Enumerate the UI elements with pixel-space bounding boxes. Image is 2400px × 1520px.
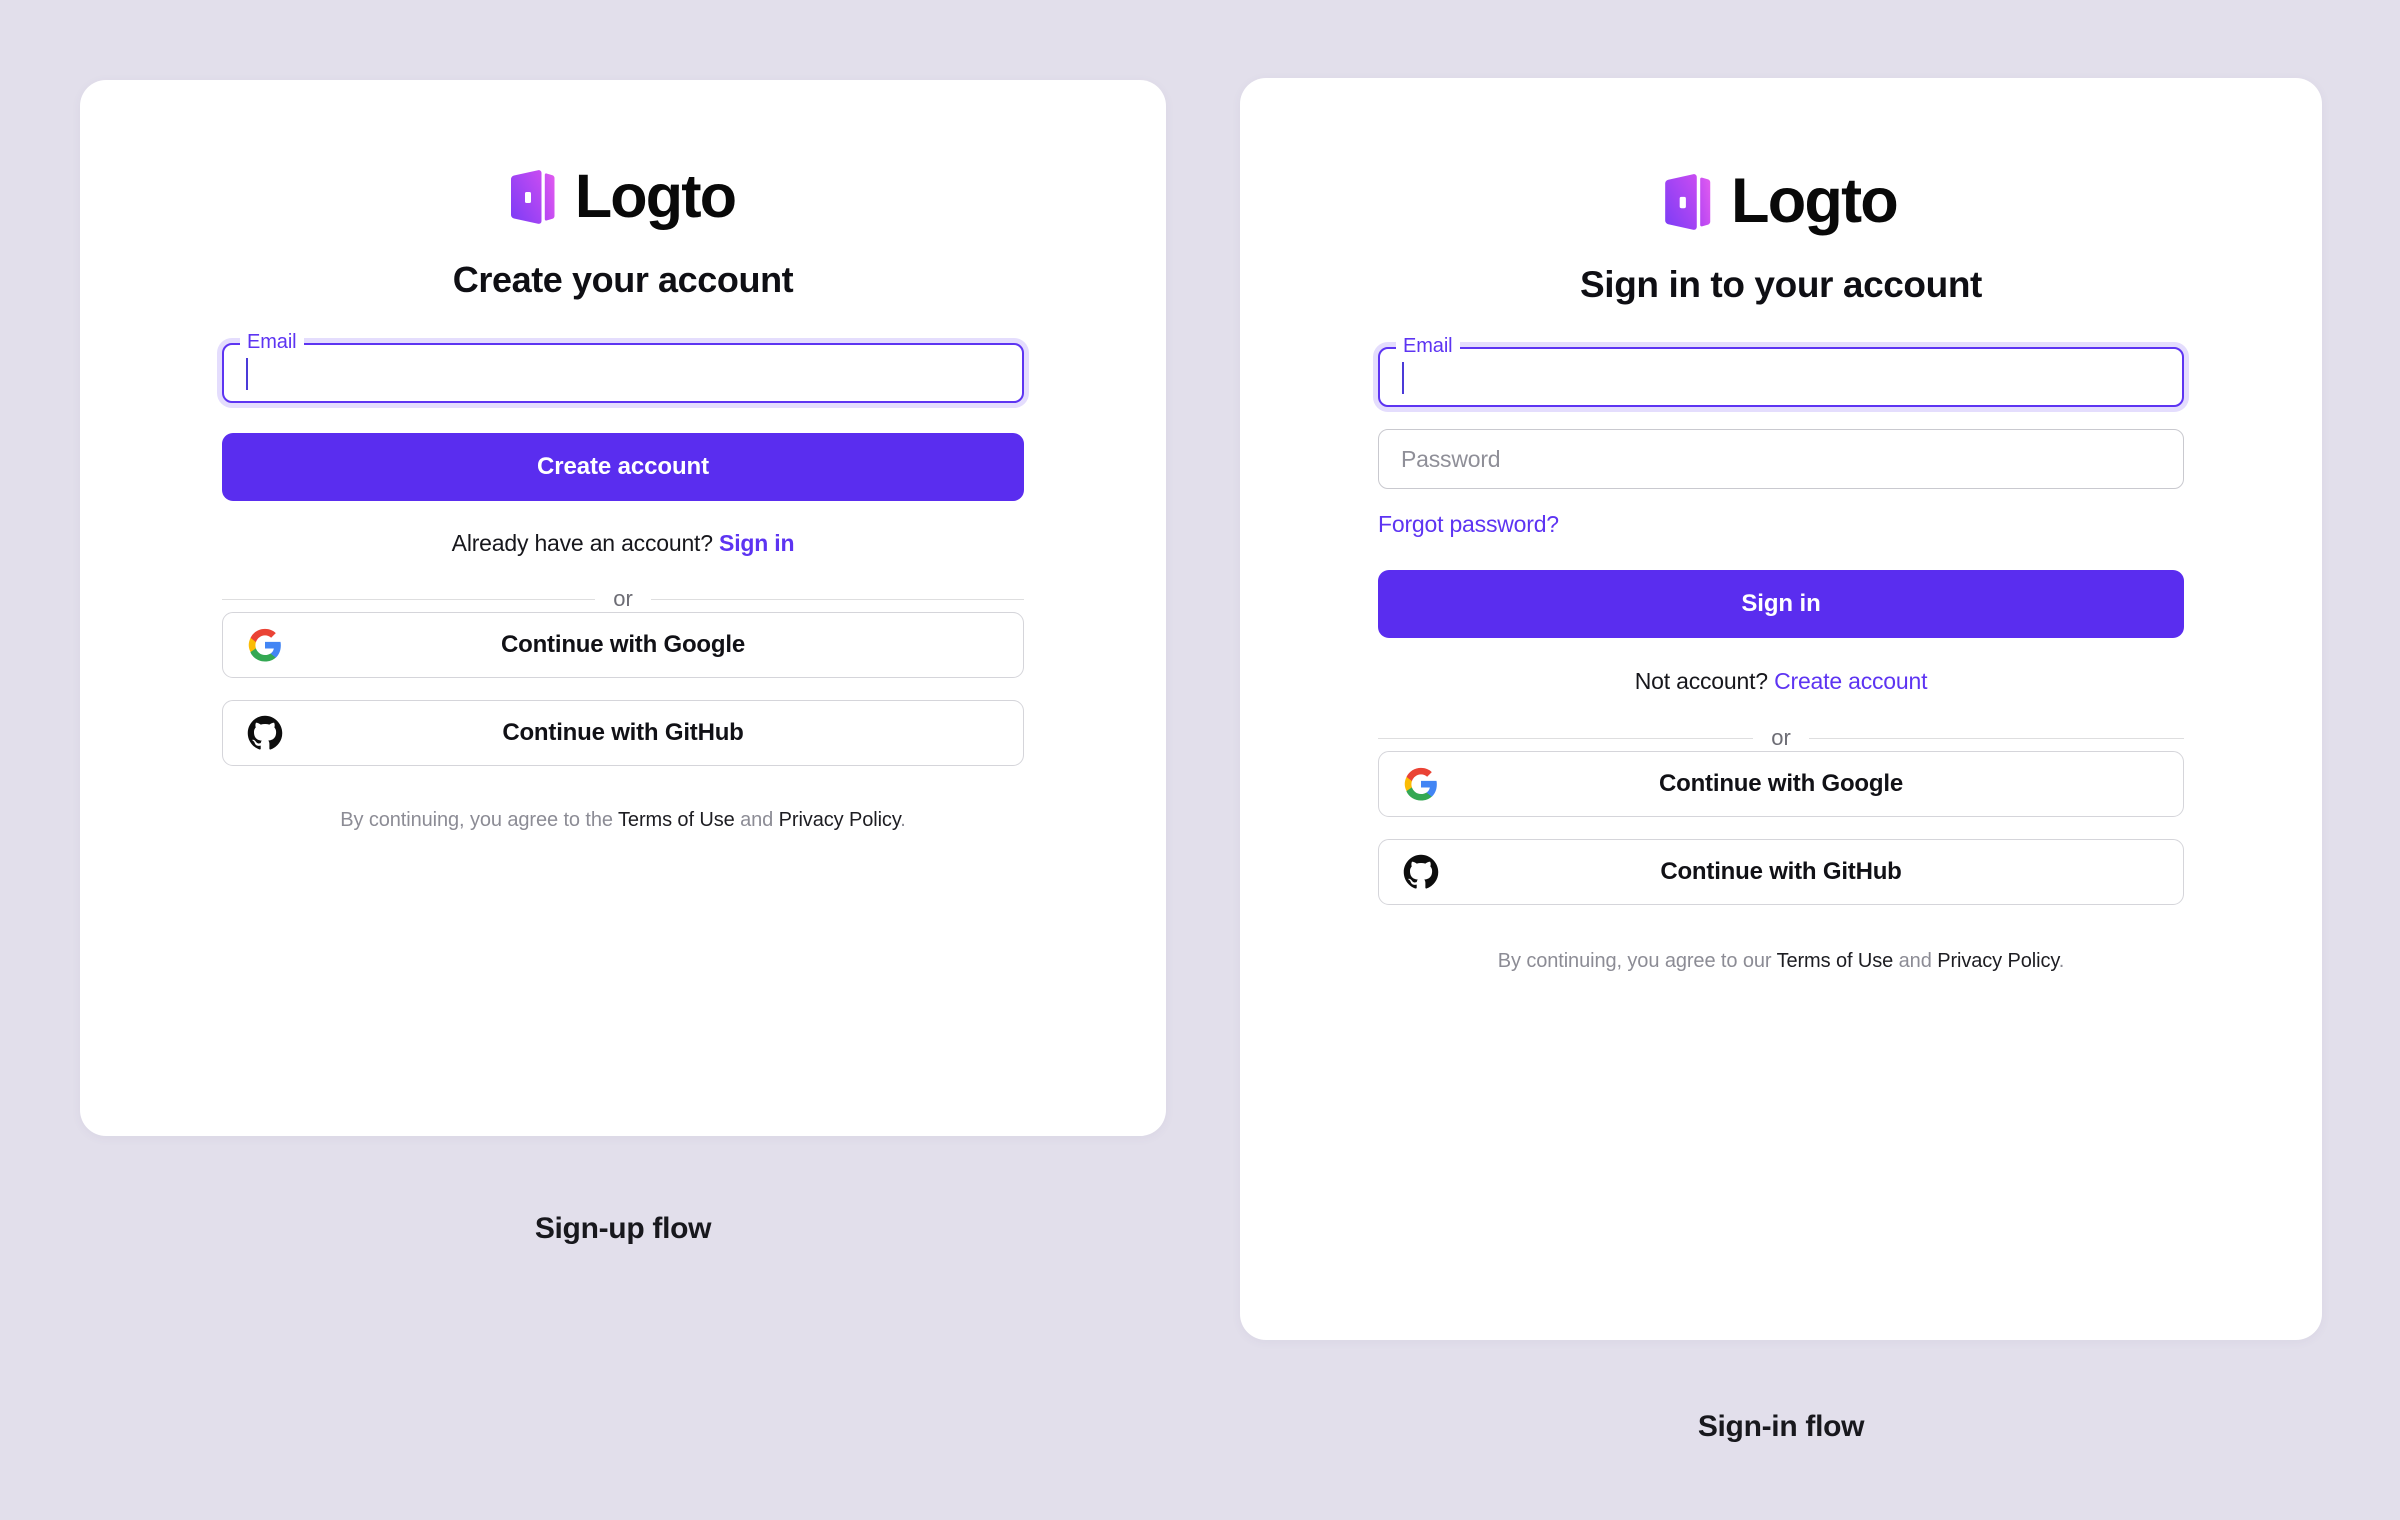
terms-of-use-link[interactable]: Terms of Use xyxy=(1777,950,1894,972)
continue-with-google-button[interactable]: Continue with Google xyxy=(222,612,1024,678)
or-divider: or xyxy=(222,586,1024,612)
email-input[interactable]: Email xyxy=(222,332,1024,403)
signup-flow-caption: Sign-up flow xyxy=(534,1212,712,1245)
continue-with-github-button[interactable]: Continue with GitHub xyxy=(222,700,1024,766)
logto-logo: Logto xyxy=(510,162,737,230)
divider-rule-right xyxy=(1808,737,2184,739)
terms-prefix-text: By continuing, you agree to our xyxy=(1497,950,1772,972)
terms-suffix-text: . xyxy=(2058,950,2065,972)
logo-wordmark: Logto xyxy=(1731,166,1899,236)
logto-logo: Logto xyxy=(1665,166,1899,236)
create-account-button[interactable]: Create account xyxy=(222,433,1024,501)
github-button-label: Continue with GitHub xyxy=(1660,858,1902,885)
google-button-label: Continue with Google xyxy=(501,631,745,658)
email-field-label: Email xyxy=(240,332,304,352)
sign-in-link[interactable]: Sign in xyxy=(719,530,794,556)
create-account-link[interactable]: Create account xyxy=(1774,668,1927,694)
page-title: Sign in to your account xyxy=(1580,264,1982,305)
divider-rule-left xyxy=(1378,737,1754,739)
email-field-wrapper: Email xyxy=(222,332,1024,403)
forgot-password-link[interactable]: Forgot password? xyxy=(1378,511,1559,538)
email-input[interactable]: Email xyxy=(1378,336,2184,407)
terms-middle-text: and xyxy=(740,809,774,831)
logto-door-icon xyxy=(1665,173,1711,230)
terms-of-use-link[interactable]: Terms of Use xyxy=(618,809,735,831)
page-title: Create your account xyxy=(452,259,794,300)
signin-flow-caption: Sign-in flow xyxy=(1697,1410,1865,1443)
privacy-policy-link[interactable]: Privacy Policy xyxy=(779,809,901,831)
terms-footer: By continuing, you agree to our Terms of… xyxy=(1498,947,2065,975)
email-field-label: Email xyxy=(1396,336,1460,356)
continue-with-google-button[interactable]: Continue with Google xyxy=(1378,751,2184,817)
page-root: Logto Create your account Email Create a… xyxy=(0,0,2400,1520)
google-button-label: Continue with Google xyxy=(1659,770,1903,797)
terms-suffix-text: . xyxy=(900,809,906,831)
sign-in-button[interactable]: Sign in xyxy=(1378,570,2184,638)
divider-label: or xyxy=(1771,725,1791,750)
switch-prefix-text: Not account? xyxy=(1634,668,1768,694)
switch-to-signin: Already have an account? Sign in xyxy=(452,530,795,557)
email-field-wrapper: Email xyxy=(1378,336,2184,407)
logto-door-icon xyxy=(510,169,555,224)
github-icon xyxy=(1403,854,1439,889)
continue-with-github-button[interactable]: Continue with GitHub xyxy=(1378,839,2184,905)
or-divider: or xyxy=(1378,725,2184,751)
github-button-label: Continue with GitHub xyxy=(502,719,744,746)
password-placeholder: Password xyxy=(1401,445,1501,472)
switch-to-signup: Not account? Create account xyxy=(1635,668,1928,695)
text-caret xyxy=(246,358,248,390)
terms-middle-text: and xyxy=(1898,950,1932,972)
signup-card: Logto Create your account Email Create a… xyxy=(80,80,1166,1136)
terms-footer: By continuing, you agree to the Terms of… xyxy=(340,806,906,834)
terms-prefix-text: By continuing, you agree to the xyxy=(340,809,613,831)
privacy-policy-link[interactable]: Privacy Policy xyxy=(1937,950,2059,972)
logo-wordmark: Logto xyxy=(574,162,737,230)
google-icon xyxy=(248,628,281,662)
google-icon xyxy=(1404,767,1437,801)
divider-label: or xyxy=(613,586,633,611)
password-input[interactable]: Password xyxy=(1378,429,2184,489)
github-icon xyxy=(247,715,283,750)
switch-prefix-text: Already have an account? xyxy=(451,530,713,556)
divider-rule-left xyxy=(222,598,596,600)
signin-card: Logto Sign in to your account Email Pass… xyxy=(1240,78,2322,1340)
text-caret xyxy=(1402,362,1404,394)
divider-rule-right xyxy=(650,598,1024,600)
